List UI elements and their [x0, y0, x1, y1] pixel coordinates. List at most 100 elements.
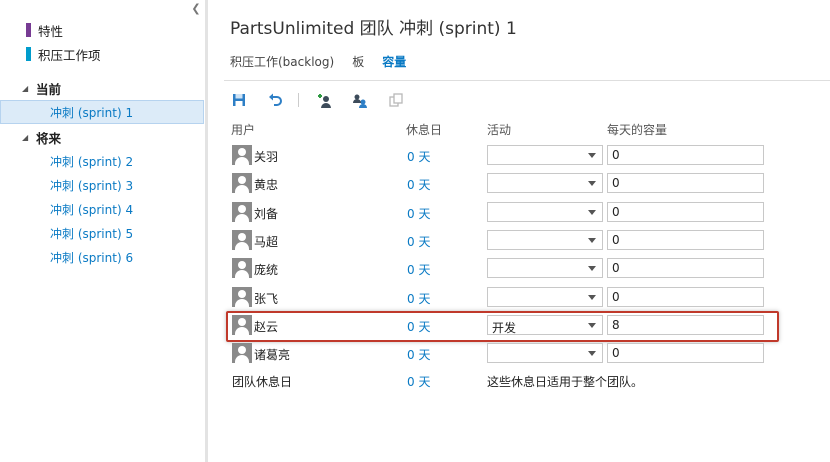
table-row: 庞统 0 天 0	[224, 255, 830, 283]
avatar	[232, 145, 252, 165]
left-panel: ❮ 特性 积压工作项 ◢ 当前 冲刺 (sprint) 1 ◢ 将来 冲刺 (s…	[0, 0, 206, 462]
chevron-down-icon	[588, 153, 596, 158]
user-name: 张飞	[254, 292, 279, 306]
days-off-link[interactable]: 0 天	[407, 233, 430, 250]
backlog-item-backlog-items[interactable]: 积压工作项	[26, 45, 101, 63]
capacity-input[interactable]: 0	[607, 230, 764, 250]
copy-team-icon[interactable]	[351, 91, 369, 109]
add-user-icon[interactable]	[315, 91, 333, 109]
days-off-link[interactable]: 0 天	[407, 318, 430, 335]
user-name: 赵云	[254, 320, 279, 334]
capacity-input[interactable]: 0	[607, 287, 764, 307]
days-off-link[interactable]: 0 天	[407, 148, 430, 165]
capacity-input[interactable]: 0	[607, 343, 764, 363]
sprint-item-5[interactable]: 冲刺 (sprint) 5	[50, 224, 133, 242]
undo-icon[interactable]	[266, 91, 284, 109]
capacity-input[interactable]: 0	[607, 173, 764, 193]
days-off-link[interactable]: 0 天	[407, 176, 430, 193]
sprint-label: 冲刺 (sprint) 2	[50, 154, 134, 169]
copy-icon[interactable]	[387, 91, 405, 109]
toolbar-separator	[298, 93, 299, 107]
backlog-item-features[interactable]: 特性	[26, 21, 63, 39]
sprint-label: 冲刺 (sprint) 3	[50, 178, 134, 193]
days-off-link[interactable]: 0 天	[407, 205, 430, 222]
sprint-item-2[interactable]: 冲刺 (sprint) 2	[50, 152, 133, 170]
avatar	[232, 315, 252, 335]
expand-triangle-icon: ◢	[22, 83, 29, 93]
sprint-item-1[interactable]: 冲刺 (sprint) 1	[50, 103, 133, 121]
chevron-down-icon	[588, 181, 596, 186]
user-name: 关羽	[254, 150, 279, 164]
days-off-link[interactable]: 0 天	[407, 346, 430, 363]
avatar	[232, 287, 252, 307]
sprint-label: 冲刺 (sprint) 6	[50, 250, 134, 265]
avatar	[232, 202, 252, 222]
activity-dropdown[interactable]	[487, 145, 603, 165]
table-row: 关羽 0 天 0	[224, 142, 830, 170]
activity-dropdown[interactable]	[487, 202, 603, 222]
column-header-user[interactable]: 用户	[231, 121, 255, 138]
panel-splitter[interactable]	[205, 0, 208, 462]
section-future[interactable]: ◢ 将来	[22, 128, 61, 146]
capacity-input[interactable]: 0	[607, 258, 764, 278]
tab-board[interactable]: 板	[352, 53, 364, 71]
activity-dropdown[interactable]	[487, 173, 603, 193]
activity-dropdown[interactable]: 开发	[487, 315, 603, 335]
user-name: 庞统	[254, 263, 279, 277]
avatar	[232, 230, 252, 250]
capacity-input[interactable]: 0	[607, 202, 764, 222]
table-row-highlighted: 赵云 0 天 开发 8	[224, 312, 830, 340]
section-future-label: 将来	[36, 130, 62, 146]
activity-dropdown[interactable]	[487, 258, 603, 278]
user-name: 马超	[254, 235, 279, 249]
user-name: 黄忠	[254, 178, 279, 192]
section-current[interactable]: ◢ 当前	[22, 79, 61, 97]
toolbar	[230, 90, 423, 110]
page-title: PartsUnlimited 团队 冲刺 (sprint) 1	[230, 19, 517, 39]
section-current-label: 当前	[36, 81, 62, 97]
column-header-days-off[interactable]: 休息日	[406, 121, 442, 138]
sprint-item-3[interactable]: 冲刺 (sprint) 3	[50, 176, 133, 194]
tabs-divider	[224, 80, 830, 81]
team-days-off-link[interactable]: 0 天	[407, 373, 430, 390]
table-row: 刘备 0 天 0	[224, 199, 830, 227]
column-header-activity[interactable]: 活动	[487, 121, 511, 138]
backlog-item-label: 特性	[38, 23, 64, 39]
tab-backlog[interactable]: 积压工作(backlog)	[230, 53, 334, 71]
chevron-down-icon	[588, 210, 596, 215]
team-days-off-label: 团队休息日	[232, 375, 293, 389]
capacity-input[interactable]: 0	[607, 145, 764, 165]
chevron-down-icon	[588, 323, 596, 328]
team-days-off-note: 这些休息日适用于整个团队。	[487, 375, 644, 389]
chevron-down-icon	[588, 295, 596, 300]
table-row: 黄忠 0 天 0	[224, 170, 830, 198]
tab-capacity[interactable]: 容量	[382, 53, 406, 71]
sprint-label: 冲刺 (sprint) 5	[50, 226, 134, 241]
sprint-label: 冲刺 (sprint) 4	[50, 202, 134, 217]
capacity-page: ❮ 特性 积压工作项 ◢ 当前 冲刺 (sprint) 1 ◢ 将来 冲刺 (s…	[0, 0, 830, 462]
avatar	[232, 258, 252, 278]
activity-dropdown[interactable]	[487, 230, 603, 250]
activity-value: 开发	[492, 321, 517, 335]
avatar	[232, 173, 252, 193]
sprint-item-6[interactable]: 冲刺 (sprint) 6	[50, 248, 133, 266]
backlog-items-color-bar	[26, 47, 31, 61]
capacity-input[interactable]: 8	[607, 315, 764, 335]
days-off-link[interactable]: 0 天	[407, 290, 430, 307]
collapse-panel-icon[interactable]: ❮	[190, 3, 202, 15]
features-color-bar	[26, 23, 31, 37]
activity-dropdown[interactable]	[487, 343, 603, 363]
table-row: 张飞 0 天 0	[224, 284, 830, 312]
user-name: 诸葛亮	[254, 348, 291, 362]
sprint-label: 冲刺 (sprint) 1	[50, 105, 134, 120]
activity-dropdown[interactable]	[487, 287, 603, 307]
expand-triangle-icon: ◢	[22, 132, 29, 142]
column-header-capacity[interactable]: 每天的容量	[607, 121, 667, 138]
table-row: 诸葛亮 0 天 0	[224, 340, 830, 368]
sprint-item-4[interactable]: 冲刺 (sprint) 4	[50, 200, 133, 218]
table-row: 马超 0 天 0	[224, 227, 830, 255]
days-off-link[interactable]: 0 天	[407, 261, 430, 278]
tab-bar: 积压工作(backlog) 板 容量	[230, 53, 424, 71]
save-icon[interactable]	[230, 91, 248, 109]
user-name: 刘备	[254, 207, 279, 221]
